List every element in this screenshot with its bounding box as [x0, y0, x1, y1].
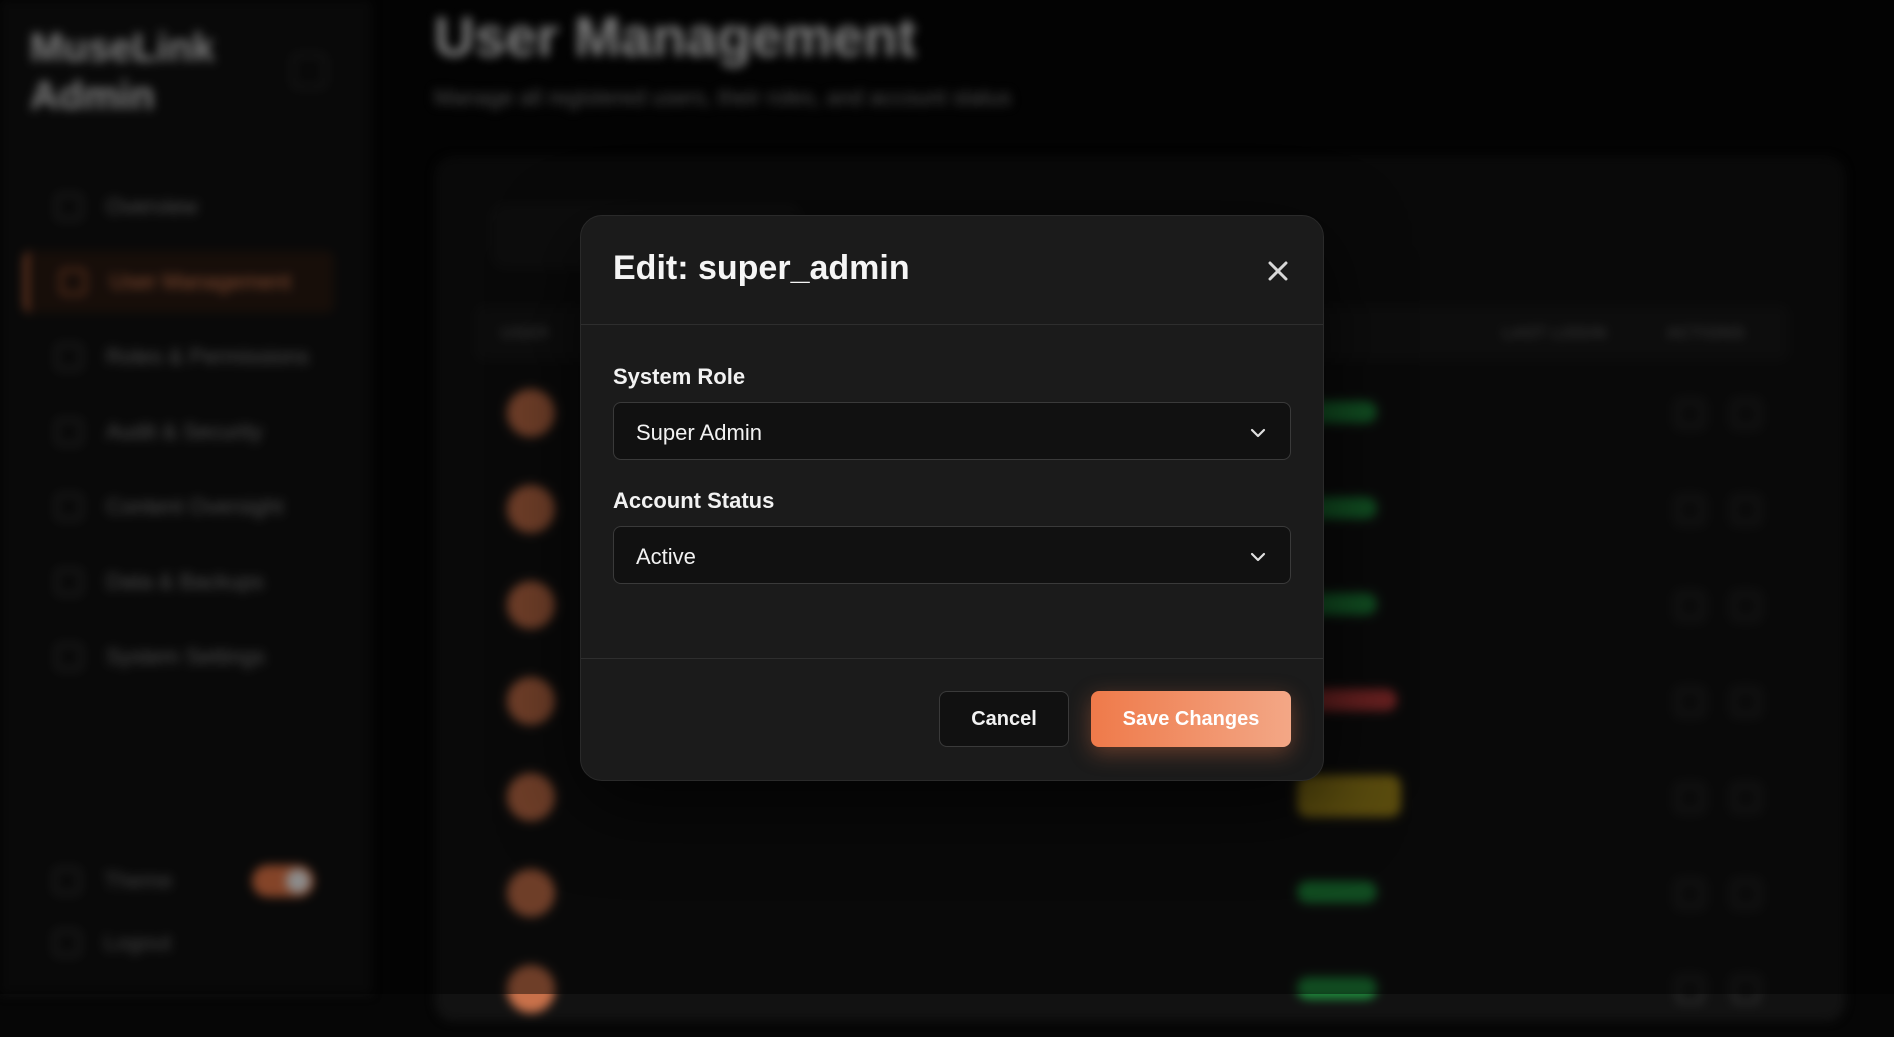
account-status-field: Account Status Active [613, 488, 1291, 584]
account-status-value: Active [636, 544, 696, 569]
account-status-select[interactable]: Active [613, 526, 1291, 584]
save-changes-button[interactable]: Save Changes [1091, 691, 1291, 747]
modal-header: Edit: super_admin [581, 216, 1323, 325]
system-role-label: System Role [613, 364, 746, 389]
cancel-button[interactable]: Cancel [939, 691, 1069, 747]
chevron-down-icon [1250, 552, 1266, 562]
system-role-field: System Role Super Admin [613, 364, 1291, 460]
system-role-value: Super Admin [636, 420, 762, 445]
close-button[interactable] [1261, 254, 1295, 288]
account-status-label: Account Status [613, 488, 775, 513]
close-icon [1268, 261, 1288, 281]
modal-title: Edit: super_admin [613, 249, 910, 287]
system-role-select[interactable]: Super Admin [613, 402, 1291, 460]
edit-user-modal: Edit: super_admin System Role Super Admi… [580, 215, 1324, 781]
modal-footer: Cancel Save Changes [581, 658, 1323, 781]
modal-body: System Role Super Admin Account Status A… [613, 364, 1291, 584]
chevron-down-icon [1250, 428, 1266, 438]
